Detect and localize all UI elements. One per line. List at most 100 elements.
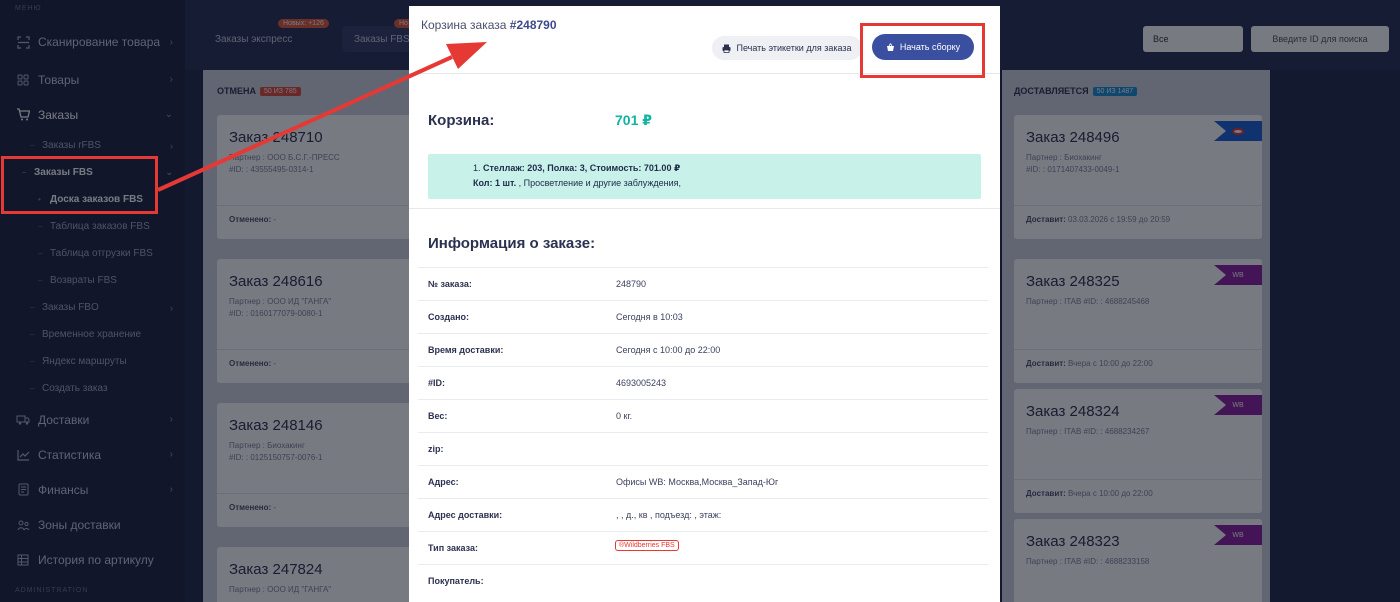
sidebar-item-products[interactable]: Товары ›: [0, 62, 185, 97]
chart-icon: [16, 448, 30, 462]
order-type-badge: ®Wildberries FBS: [615, 540, 679, 551]
sidebar-item-scan[interactable]: Сканирование товара ›: [0, 22, 185, 62]
print-label-text: Печать этикетки для заказа: [736, 43, 852, 53]
column-count-badge: 50 ИЗ 785: [260, 86, 301, 96]
sidebar-item-orders-fbo[interactable]: – Заказы FBO ›: [0, 294, 185, 321]
printer-icon: [722, 44, 731, 53]
order-id: #ID: : 0160177079-0080-1: [229, 309, 323, 318]
sidebar-item-deliveries[interactable]: Доставки ›: [0, 402, 185, 437]
footer-label: Отменено:: [229, 503, 272, 512]
order-partner: Партнер : ITAB #ID: : 4688245468: [1026, 297, 1150, 306]
order-card[interactable]: WB Заказ 248325 Партнер : ITAB #ID: : 46…: [1014, 259, 1262, 383]
footer-value: -: [273, 215, 277, 224]
bullet-icon: –: [30, 303, 35, 312]
order-partner: Партнер : ООО ИД "ГАНГА": [229, 585, 332, 594]
bullet-icon: –: [30, 141, 35, 150]
modal-title: Корзина заказа #248790: [421, 18, 557, 32]
info-row: zip:: [418, 432, 988, 465]
order-card[interactable]: Заказ 248710 Партнер : ООО Б.С.Г.-ПРЕСС …: [217, 115, 413, 239]
order-title: Заказ 248146: [229, 417, 323, 434]
order-partner: Партнер : ООО ИД "ГАНГА": [229, 297, 332, 306]
footer-label: Отменено:: [229, 215, 272, 224]
menu-label: МЕНЮ: [15, 5, 42, 12]
status-filter-select[interactable]: Все: [1143, 26, 1243, 52]
print-label-button[interactable]: Печать этикетки для заказа: [712, 36, 862, 60]
sidebar-item-orders-rfbs[interactable]: – Заказы rFBS ›: [0, 132, 185, 159]
sidebar-item-finance[interactable]: Финансы ›: [0, 472, 185, 507]
order-id: #ID: : 0125150757-0076-1: [229, 453, 323, 462]
card-divider: [217, 493, 413, 494]
sidebar-item-fbs-table[interactable]: – Таблица заказов FBS: [0, 213, 185, 240]
chevron-right-icon: ›: [169, 449, 173, 460]
sidebar-item-label: Заказы rFBS: [42, 140, 101, 151]
sidebar-item-article-history[interactable]: История по артикулу: [0, 542, 185, 577]
tab-orders-express[interactable]: Заказы экспресс: [203, 26, 304, 52]
sidebar-item-label: Сканирование товара: [38, 35, 161, 49]
sidebar-item-fbs-returns[interactable]: – Возвраты FBS: [0, 267, 185, 294]
bullet-icon: –: [38, 249, 43, 258]
info-value: Сегодня с 10:00 до 22:00: [616, 345, 721, 355]
card-divider: [1014, 479, 1262, 480]
order-footer: Доставит: 03.03.2026 с 19:59 до 20:59: [1026, 215, 1170, 224]
sidebar-item-yandex-routes[interactable]: – Яндекс маршруты: [0, 348, 185, 375]
order-card[interactable]: Заказ 247824 Партнер : ООО ИД "ГАНГА": [217, 547, 413, 602]
bullet-icon: –: [30, 330, 35, 339]
order-partner: Партнер : Биохакинг: [229, 441, 305, 450]
admin-section-label: ADMINISTRATION: [15, 587, 89, 594]
info-label: Покупатель:: [428, 576, 484, 586]
footer-label: Отменено:: [229, 359, 272, 368]
order-id-search-input[interactable]: Введите ID для поиска: [1251, 26, 1389, 52]
cart-icon: [16, 108, 30, 122]
sidebar-item-label: Заказы FBO: [42, 302, 99, 313]
sidebar-item-label: Создать заказ: [42, 383, 108, 394]
info-value: Сегодня в 10:03: [616, 312, 683, 322]
order-footer: Доставит: Вчера с 10:00 до 22:00: [1026, 489, 1153, 498]
info-row: #ID: 4693005243: [418, 366, 988, 399]
order-card[interactable]: Заказ 248496 Партнер : Биохакинг #ID: : …: [1014, 115, 1262, 239]
order-partner: Партнер : ITAB #ID: : 4688233158: [1026, 557, 1150, 566]
info-row: Время доставки: Сегодня с 10:00 до 22:00: [418, 333, 988, 366]
cart-item-details: Кол: 1 шт. , Просветление и другие заблу…: [473, 178, 681, 188]
sidebar-item-orders[interactable]: Заказы ⌄: [0, 97, 185, 132]
sidebar-item-statistics[interactable]: Статистика ›: [0, 437, 185, 472]
footer-value: -: [273, 503, 277, 512]
card-divider: [1014, 349, 1262, 350]
table-icon: [16, 553, 30, 567]
sidebar-item-temp-storage[interactable]: – Временное хранение: [0, 321, 185, 348]
order-title: Заказ 248616: [229, 273, 323, 290]
cart-item-location: 1. Стеллаж: 203, Полка: 3, Стоимость: 70…: [473, 163, 680, 174]
cart-item-qty: Кол: 1 шт.: [473, 178, 517, 188]
cart-item-shelf: Стеллаж: 203, Полка: 3, Стоимость: 701.0…: [483, 163, 681, 173]
footer-value: Вчера с 10:00 до 22:00: [1068, 489, 1153, 498]
footer-value: 03.03.2026 с 19:59 до 20:59: [1068, 215, 1171, 224]
footer-label: Доставит:: [1026, 215, 1066, 224]
order-card[interactable]: WB Заказ 248324 Партнер : ITAB #ID: : 46…: [1014, 389, 1262, 513]
info-label: Адрес доставки:: [428, 510, 503, 520]
chevron-down-icon: ⌄: [165, 167, 173, 177]
order-footer: Отменено: -: [229, 359, 276, 368]
order-title: Заказ 248324: [1026, 403, 1120, 420]
order-id: #ID: : 0171407433-0049-1: [1026, 165, 1120, 174]
order-card[interactable]: WB Заказ 248323 Партнер : ITAB #ID: : 46…: [1014, 519, 1262, 602]
order-card[interactable]: Заказ 248146 Партнер : Биохакинг #ID: : …: [217, 403, 413, 527]
sidebar-item-label: Яндекс маршруты: [42, 356, 127, 367]
sidebar-item-delivery-zones[interactable]: Зоны доставки: [0, 507, 185, 542]
order-card[interactable]: Заказ 248616 Партнер : ООО ИД "ГАНГА" #I…: [217, 259, 413, 383]
order-title: Заказ 247824: [229, 561, 323, 578]
card-divider: [217, 205, 413, 206]
new-orders-badge: Новых: +126: [278, 19, 329, 28]
modal-divider: [409, 208, 1000, 209]
chevron-down-icon: ⌄: [164, 109, 173, 120]
info-value: 0 кг.: [616, 411, 633, 421]
order-id: #ID: : 43555495-0314-1: [229, 165, 314, 174]
info-label: Тип заказа:: [428, 543, 478, 553]
wb-badge: WB: [1214, 265, 1262, 285]
info-row: Создано: Сегодня в 10:03: [418, 300, 988, 333]
scan-icon: [16, 35, 30, 49]
sidebar-item-fbs-shipment[interactable]: – Таблица отгрузки FBS: [0, 240, 185, 267]
cart-label: Корзина:: [428, 112, 495, 129]
order-title: Заказ 248496: [1026, 129, 1120, 146]
sidebar-item-create-order[interactable]: – Создать заказ: [0, 375, 185, 402]
wb-badge: WB: [1214, 395, 1262, 415]
cart-item: 1. Стеллаж: 203, Полка: 3, Стоимость: 70…: [428, 154, 981, 199]
